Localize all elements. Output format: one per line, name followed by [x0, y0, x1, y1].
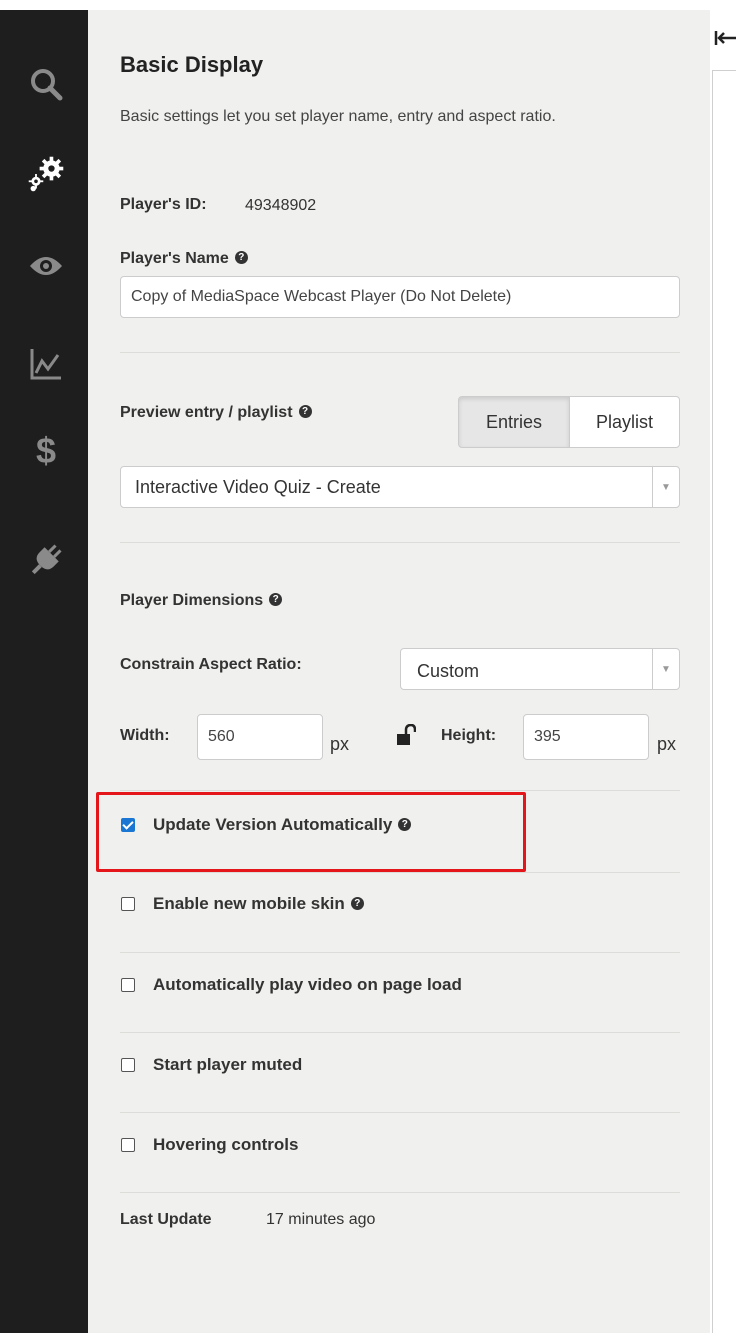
highlight-box — [96, 792, 526, 872]
width-unit: px — [330, 734, 350, 754]
player-id-label: Player's ID: — [120, 196, 207, 213]
player-dimensions-label: Player Dimensions? — [120, 592, 283, 610]
help-icon[interactable]: ? — [234, 251, 248, 265]
preview-entry-select[interactable]: Interactive Video Quiz - Create ▼ — [120, 466, 680, 508]
mobile-skin-checkbox[interactable] — [121, 897, 135, 911]
divider — [120, 872, 680, 873]
height-label: Height: — [441, 727, 497, 744]
autoplay-checkbox[interactable] — [121, 978, 135, 992]
search-icon[interactable] — [26, 64, 66, 104]
constrain-aspect-selected: Custom — [417, 660, 480, 681]
constrain-aspect-select[interactable]: Custom ▼ — [400, 648, 680, 690]
sidebar: $ — [0, 10, 88, 1333]
tab-playlist[interactable]: Playlist — [569, 396, 680, 448]
mobile-skin-label: Enable new mobile skin? — [153, 894, 364, 914]
divider — [120, 1032, 680, 1033]
tab-entries[interactable]: Entries — [458, 396, 570, 448]
divider — [120, 790, 680, 791]
collapse-panel-icon[interactable] — [713, 28, 736, 48]
divider — [120, 1192, 680, 1193]
mobile-skin-label-text: Enable new mobile skin — [153, 894, 345, 913]
hovering-controls-checkbox[interactable] — [121, 1138, 135, 1152]
divider — [120, 542, 680, 543]
gears-icon[interactable] — [26, 154, 66, 194]
unlock-icon[interactable] — [396, 723, 417, 751]
height-unit: px — [657, 734, 677, 754]
player-id-value: 49348902 — [245, 197, 317, 214]
width-label: Width: — [120, 727, 170, 744]
page-description: Basic settings let you set player name, … — [120, 108, 556, 125]
page-title: Basic Display — [120, 52, 264, 77]
top-strip — [0, 0, 736, 10]
svg-text:$: $ — [36, 430, 56, 470]
last-update-value: 17 minutes ago — [266, 1211, 376, 1228]
preview-label-text: Preview entry / playlist — [120, 404, 293, 421]
last-update-label: Last Update — [120, 1211, 212, 1228]
chevron-down-icon: ▼ — [652, 467, 679, 507]
autoplay-label: Automatically play video on page load — [153, 975, 462, 994]
chart-icon[interactable] — [26, 344, 66, 384]
player-name-label: Player's Name? — [120, 250, 248, 268]
preview-area — [712, 70, 736, 1333]
preview-label: Preview entry / playlist? — [120, 404, 312, 422]
player-name-label-text: Player's Name — [120, 250, 229, 267]
help-icon[interactable]: ? — [350, 897, 364, 911]
plug-icon[interactable] — [26, 540, 66, 580]
dollar-icon[interactable]: $ — [26, 430, 66, 470]
width-input[interactable]: 560 — [197, 714, 323, 760]
constrain-aspect-label: Constrain Aspect Ratio: — [120, 656, 302, 673]
help-icon[interactable]: ? — [269, 593, 283, 607]
hovering-controls-label: Hovering controls — [153, 1135, 299, 1154]
divider — [120, 952, 680, 953]
player-name-input[interactable]: Copy of MediaSpace Webcast Player (Do No… — [120, 276, 680, 318]
divider — [120, 352, 680, 353]
height-input[interactable]: 395 — [523, 714, 649, 760]
start-muted-checkbox[interactable] — [121, 1058, 135, 1072]
help-icon[interactable]: ? — [298, 405, 312, 419]
divider — [120, 1112, 680, 1113]
eye-icon[interactable] — [26, 246, 66, 286]
chevron-down-icon: ▼ — [652, 649, 679, 689]
start-muted-label: Start player muted — [153, 1055, 303, 1074]
preview-entry-selected: Interactive Video Quiz - Create — [135, 476, 381, 497]
player-dimensions-label-text: Player Dimensions — [120, 592, 264, 609]
